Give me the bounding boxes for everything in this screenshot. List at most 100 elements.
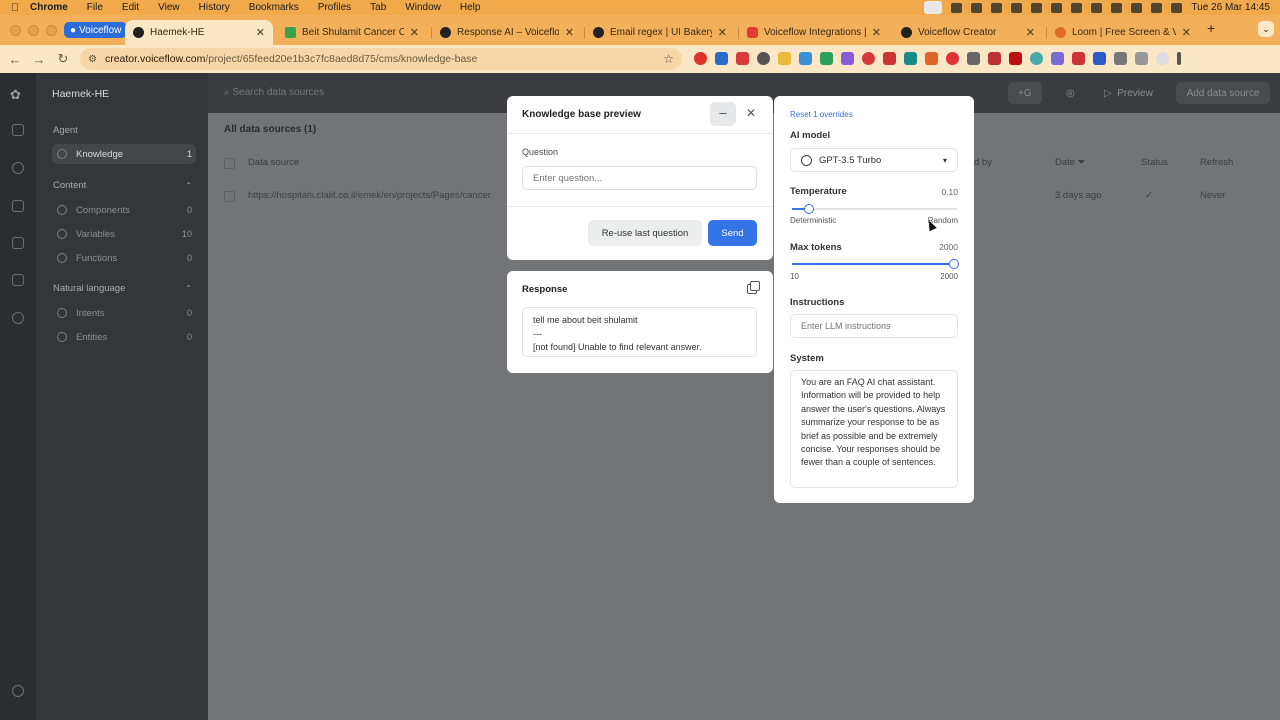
chevron-up-icon[interactable]: ⌃: [185, 284, 192, 293]
apple-icon[interactable]: : [0, 2, 30, 14]
voiceflow-logo-icon[interactable]: ✿: [10, 87, 27, 102]
close-tab-icon[interactable]: ✕: [718, 26, 727, 39]
extension-icon[interactable]: [799, 52, 812, 65]
tab-group-voiceflow[interactable]: ● Voiceflow: [64, 22, 128, 38]
extension-icon[interactable]: [925, 52, 938, 65]
help-icon[interactable]: [12, 685, 24, 697]
max-tokens-slider[interactable]: [792, 259, 959, 269]
status-icon[interactable]: [1031, 2, 1043, 13]
clock[interactable]: Tue 26 Mar 14:45: [1191, 2, 1270, 13]
extension-icon[interactable]: [1051, 52, 1064, 65]
sidepanel-icon[interactable]: [1135, 52, 1148, 65]
profile-icon[interactable]: [1156, 52, 1169, 65]
conversations-icon[interactable]: [12, 200, 24, 212]
sidebar-item-knowledge[interactable]: Knowledge 1: [52, 144, 196, 164]
extension-icon[interactable]: [1072, 52, 1085, 65]
extension-icon[interactable]: [1030, 52, 1043, 65]
minimize-icon[interactable]: –: [710, 102, 736, 126]
status-icon[interactable]: [991, 2, 1003, 13]
extension-icon[interactable]: [820, 52, 833, 65]
bluetooth-icon[interactable]: [1111, 2, 1123, 13]
menu-view[interactable]: View: [158, 2, 180, 13]
close-window-button[interactable]: [10, 25, 21, 36]
new-tab-icon[interactable]: +: [1207, 20, 1215, 36]
tab-email-regex[interactable]: Email regex | UI Bakery ✕: [585, 20, 735, 45]
tab-haemek[interactable]: Haemek-HE ✕: [125, 20, 273, 45]
microphone-icon[interactable]: [924, 1, 943, 14]
column-refresh[interactable]: Refresh: [1200, 157, 1233, 168]
close-tab-icon[interactable]: ✕: [256, 26, 265, 39]
extension-icon[interactable]: [736, 52, 749, 65]
close-tab-icon[interactable]: ✕: [565, 26, 574, 39]
preview-button[interactable]: ▷ Preview: [1094, 82, 1163, 104]
search-data-sources[interactable]: ⌕ Search data sources: [224, 87, 324, 98]
search-icon[interactable]: [1151, 2, 1163, 13]
sidebar-item-variables[interactable]: Variables 10: [52, 224, 196, 244]
tab-beit-shulamit[interactable]: Beit Shulamit Cancer Cente ✕: [277, 20, 427, 45]
slider-handle[interactable]: [949, 259, 959, 269]
minimize-window-button[interactable]: [28, 25, 39, 36]
tab-response-ai[interactable]: Response AI – Voiceflow ✕: [432, 20, 582, 45]
sidebar-item-entities[interactable]: Entities 0: [52, 327, 196, 347]
puzzle-icon[interactable]: [1114, 52, 1127, 65]
tab-voiceflow-creator[interactable]: Voiceflow Creator ✕: [893, 20, 1043, 45]
menu-edit[interactable]: Edit: [122, 2, 139, 13]
site-info-icon[interactable]: ⚙: [88, 54, 97, 65]
tab-loom[interactable]: Loom | Free Screen & Video ✕: [1047, 20, 1199, 45]
layers-icon[interactable]: [12, 124, 24, 136]
row-checkbox[interactable]: [224, 191, 235, 202]
extension-icon[interactable]: [757, 52, 770, 65]
zoom-window-button[interactable]: [46, 25, 57, 36]
status-icon[interactable]: [951, 2, 963, 13]
sidebar-item-functions[interactable]: Functions 0: [52, 248, 196, 268]
analytics-icon[interactable]: [12, 237, 24, 249]
status-icon[interactable]: [971, 2, 983, 13]
battery-icon[interactable]: [1091, 2, 1103, 13]
menu-window[interactable]: Window: [405, 2, 441, 13]
temperature-slider[interactable]: [792, 204, 957, 214]
slider-handle[interactable]: [804, 204, 814, 214]
settings-icon[interactable]: [12, 312, 24, 324]
extension-icon[interactable]: [715, 52, 728, 65]
extension-icon[interactable]: [1009, 52, 1022, 65]
close-tab-icon[interactable]: ✕: [872, 26, 881, 39]
close-tab-icon[interactable]: ✕: [1182, 26, 1191, 39]
extension-icon[interactable]: [883, 52, 896, 65]
forward-icon[interactable]: →: [27, 52, 51, 67]
extension-icon[interactable]: [841, 52, 854, 65]
reset-overrides-link[interactable]: Reset 1 overrides: [790, 110, 853, 119]
extension-icon[interactable]: [1093, 52, 1106, 65]
address-bar[interactable]: ⚙ creator.voiceflow.com/project/65feed20…: [80, 48, 682, 70]
menu-file[interactable]: File: [87, 2, 103, 13]
status-icon[interactable]: [1071, 2, 1083, 13]
extension-icon[interactable]: [967, 52, 980, 65]
more-menu-icon[interactable]: [1177, 52, 1181, 65]
project-name[interactable]: Haemek-HE: [52, 88, 109, 100]
tab-voiceflow-integrations[interactable]: Voiceflow Integrations | Co ✕: [739, 20, 889, 45]
status-icon[interactable]: [1011, 2, 1023, 13]
select-all-checkbox[interactable]: [224, 158, 235, 169]
menu-profiles[interactable]: Profiles: [318, 2, 351, 13]
extension-icon[interactable]: [904, 52, 917, 65]
settings-icon[interactable]: ◎: [1056, 82, 1085, 104]
menu-help[interactable]: Help: [460, 2, 481, 13]
knowledge-icon[interactable]: [12, 162, 24, 174]
send-button[interactable]: Send: [708, 220, 757, 246]
system-prompt-textarea[interactable]: You are an FAQ AI chat assistant. Inform…: [790, 370, 958, 488]
column-updated-by[interactable]: d by: [974, 157, 992, 168]
sidebar-item-components[interactable]: Components 0: [52, 200, 196, 220]
control-center-icon[interactable]: [1171, 2, 1183, 13]
bookmark-star-icon[interactable]: ☆: [663, 52, 674, 66]
opera-icon[interactable]: [694, 52, 707, 65]
integrations-icon[interactable]: [12, 274, 24, 286]
extension-icon[interactable]: [778, 52, 791, 65]
add-data-source-button[interactable]: Add data source: [1176, 82, 1270, 104]
question-input[interactable]: [522, 166, 757, 190]
extension-icon[interactable]: [862, 52, 875, 65]
chevron-up-icon[interactable]: ⌃: [185, 181, 192, 190]
sidebar-item-intents[interactable]: Intents 0: [52, 303, 196, 323]
sidebar-section-natural-language[interactable]: Natural language: [53, 283, 125, 294]
ai-model-select[interactable]: GPT-3.5 Turbo ▾: [790, 148, 958, 172]
close-icon[interactable]: ✕: [746, 106, 756, 120]
back-icon[interactable]: ←: [3, 52, 27, 67]
